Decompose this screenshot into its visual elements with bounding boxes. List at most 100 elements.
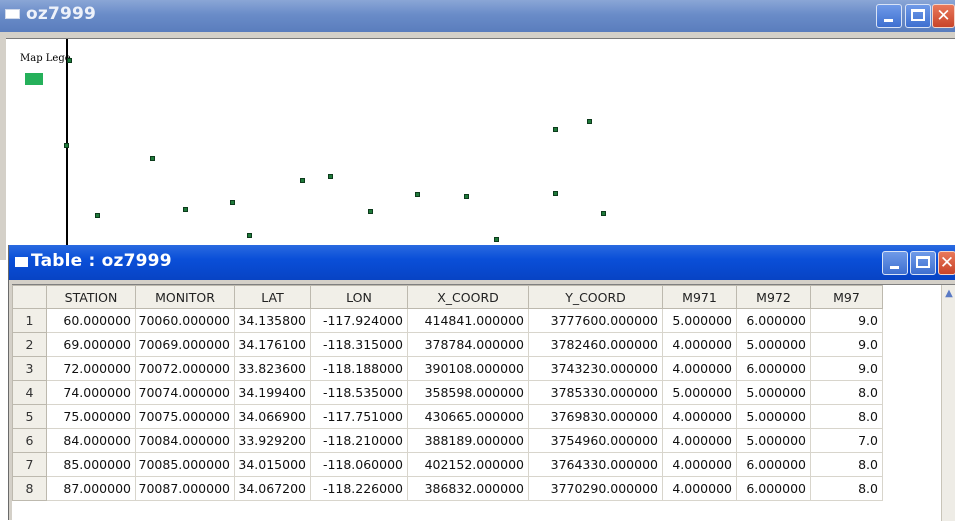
table-cell[interactable]: 4.000000 bbox=[662, 476, 737, 501]
table-row[interactable]: 6 84.000000 70084.000000 33.929200 -118.… bbox=[12, 428, 883, 453]
table-cell[interactable]: 4.000000 bbox=[662, 332, 737, 357]
table-cell[interactable]: 8.0 bbox=[810, 404, 883, 429]
table-cell[interactable]: 3777600.000000 bbox=[528, 308, 663, 333]
row-number[interactable]: 3 bbox=[12, 356, 47, 381]
column-header-station[interactable]: STATION bbox=[46, 285, 136, 309]
row-number[interactable]: 5 bbox=[12, 404, 47, 429]
map-point[interactable] bbox=[150, 156, 155, 161]
table-row[interactable]: 8 87.000000 70087.000000 34.067200 -118.… bbox=[12, 476, 883, 501]
table-cell[interactable]: 8.0 bbox=[810, 452, 883, 477]
table-cell[interactable]: 8.0 bbox=[810, 476, 883, 501]
table-row[interactable]: 7 85.000000 70085.000000 34.015000 -118.… bbox=[12, 452, 883, 477]
table-cell[interactable]: 70075.000000 bbox=[135, 404, 235, 429]
scroll-up-arrow-icon[interactable]: ▲ bbox=[943, 289, 955, 299]
table-cell[interactable]: 3743230.000000 bbox=[528, 356, 663, 381]
table-cell[interactable]: 3754960.000000 bbox=[528, 428, 663, 453]
table-cell[interactable]: -118.315000 bbox=[310, 332, 408, 357]
table-cell[interactable]: 70074.000000 bbox=[135, 380, 235, 405]
column-header-lat[interactable]: LAT bbox=[234, 285, 311, 309]
map-point[interactable] bbox=[415, 192, 420, 197]
table-cell[interactable]: 70060.000000 bbox=[135, 308, 235, 333]
table-cell[interactable]: 5.000000 bbox=[736, 332, 811, 357]
table-cell[interactable]: 358598.000000 bbox=[407, 380, 529, 405]
legend-divider[interactable] bbox=[66, 39, 68, 261]
vertical-scrollbar[interactable]: ▲ bbox=[941, 285, 955, 521]
table-cell[interactable]: 87.000000 bbox=[46, 476, 136, 501]
column-header-lon[interactable]: LON bbox=[310, 285, 408, 309]
table-cell[interactable]: 378784.000000 bbox=[407, 332, 529, 357]
column-header-m972[interactable]: M972 bbox=[736, 285, 811, 309]
table-cell[interactable]: 33.929200 bbox=[234, 428, 311, 453]
table-row[interactable]: 1 60.000000 70060.000000 34.135800 -117.… bbox=[12, 308, 883, 333]
table-cell[interactable]: 3770290.000000 bbox=[528, 476, 663, 501]
table-cell[interactable]: 5.000000 bbox=[662, 308, 737, 333]
table-cell[interactable]: 85.000000 bbox=[46, 452, 136, 477]
table-cell[interactable]: 3782460.000000 bbox=[528, 332, 663, 357]
table-cell[interactable]: -117.751000 bbox=[310, 404, 408, 429]
table-cell[interactable]: -118.060000 bbox=[310, 452, 408, 477]
table-cell[interactable]: 70085.000000 bbox=[135, 452, 235, 477]
map-point[interactable] bbox=[553, 127, 558, 132]
row-number[interactable]: 7 bbox=[12, 452, 47, 477]
table-cell[interactable]: 430665.000000 bbox=[407, 404, 529, 429]
table-cell[interactable]: 9.0 bbox=[810, 332, 883, 357]
table-cell[interactable]: 60.000000 bbox=[46, 308, 136, 333]
table-cell[interactable]: 70087.000000 bbox=[135, 476, 235, 501]
table-cell[interactable]: 34.066900 bbox=[234, 404, 311, 429]
row-number[interactable]: 2 bbox=[12, 332, 47, 357]
map-window-titlebar[interactable]: oz7999 ✕ bbox=[0, 0, 955, 32]
table-cell[interactable]: 33.823600 bbox=[234, 356, 311, 381]
table-cell[interactable]: 6.000000 bbox=[736, 476, 811, 501]
table-cell[interactable]: 4.000000 bbox=[662, 428, 737, 453]
table-cell[interactable]: 5.000000 bbox=[736, 380, 811, 405]
table-cell[interactable]: 5.000000 bbox=[736, 404, 811, 429]
column-header-monitor[interactable]: MONITOR bbox=[135, 285, 235, 309]
map-point[interactable] bbox=[368, 209, 373, 214]
table-window-titlebar[interactable]: Table : oz7999 ✕ bbox=[9, 245, 955, 280]
table-cell[interactable]: 388189.000000 bbox=[407, 428, 529, 453]
column-header-m97[interactable]: M97 bbox=[810, 285, 883, 309]
table-cell[interactable]: 74.000000 bbox=[46, 380, 136, 405]
map-point[interactable] bbox=[230, 200, 235, 205]
table-cell[interactable]: 70072.000000 bbox=[135, 356, 235, 381]
select-all-corner[interactable] bbox=[12, 285, 47, 309]
table-cell[interactable]: 70069.000000 bbox=[135, 332, 235, 357]
table-cell[interactable]: 8.0 bbox=[810, 380, 883, 405]
map-point[interactable] bbox=[601, 211, 606, 216]
table-cell[interactable]: 6.000000 bbox=[736, 356, 811, 381]
table-cell[interactable]: -118.226000 bbox=[310, 476, 408, 501]
table-cell[interactable]: 34.176100 bbox=[234, 332, 311, 357]
table-cell[interactable]: 5.000000 bbox=[662, 380, 737, 405]
table-cell[interactable]: 34.135800 bbox=[234, 308, 311, 333]
attribute-table[interactable]: STATION MONITOR LAT LON X_COORD Y_COORD … bbox=[12, 284, 955, 521]
column-header-y-coord[interactable]: Y_COORD bbox=[528, 285, 663, 309]
map-point[interactable] bbox=[95, 213, 100, 218]
row-number[interactable]: 1 bbox=[12, 308, 47, 333]
column-header-x-coord[interactable]: X_COORD bbox=[407, 285, 529, 309]
map-point[interactable] bbox=[553, 191, 558, 196]
map-maximize-button[interactable] bbox=[905, 4, 931, 28]
row-number[interactable]: 4 bbox=[12, 380, 47, 405]
table-cell[interactable]: 4.000000 bbox=[662, 404, 737, 429]
column-header-m971[interactable]: M971 bbox=[662, 285, 737, 309]
table-cell[interactable]: 75.000000 bbox=[46, 404, 136, 429]
map-point[interactable] bbox=[67, 58, 72, 63]
map-point[interactable] bbox=[328, 174, 333, 179]
table-cell[interactable]: 3764330.000000 bbox=[528, 452, 663, 477]
table-cell[interactable]: 386832.000000 bbox=[407, 476, 529, 501]
map-close-button[interactable]: ✕ bbox=[932, 4, 955, 28]
table-cell[interactable]: 402152.000000 bbox=[407, 452, 529, 477]
map-point[interactable] bbox=[587, 119, 592, 124]
table-cell[interactable]: 5.000000 bbox=[736, 428, 811, 453]
table-cell[interactable]: 4.000000 bbox=[662, 452, 737, 477]
table-cell[interactable]: 6.000000 bbox=[736, 452, 811, 477]
table-row[interactable]: 5 75.000000 70075.000000 34.066900 -117.… bbox=[12, 404, 883, 429]
map-canvas[interactable]: Map Lege bbox=[6, 38, 955, 261]
table-cell[interactable]: 34.199400 bbox=[234, 380, 311, 405]
window-menu-icon[interactable] bbox=[15, 257, 28, 267]
table-close-button[interactable]: ✕ bbox=[938, 251, 955, 275]
table-cell[interactable]: 414841.000000 bbox=[407, 308, 529, 333]
map-point[interactable] bbox=[464, 194, 469, 199]
table-cell[interactable]: 3785330.000000 bbox=[528, 380, 663, 405]
table-row[interactable]: 3 72.000000 70072.000000 33.823600 -118.… bbox=[12, 356, 883, 381]
